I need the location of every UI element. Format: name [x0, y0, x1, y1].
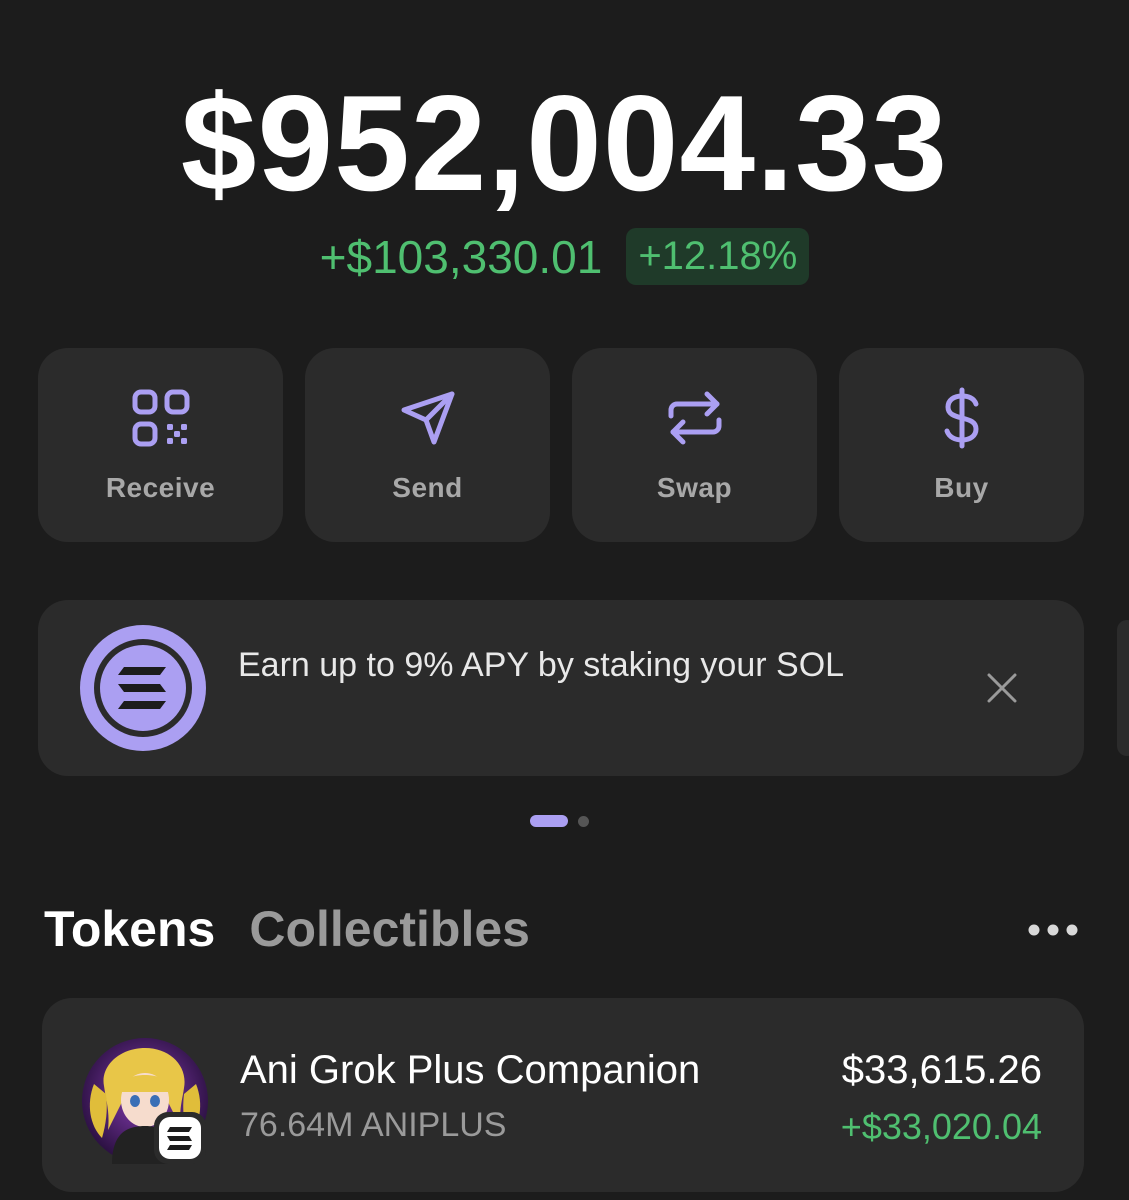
tab-tokens[interactable]: Tokens [44, 900, 215, 958]
token-change: +$33,020.04 [840, 1106, 1042, 1147]
qr-code-icon [132, 389, 189, 447]
send-button[interactable]: Send [305, 348, 550, 542]
solana-icon [80, 625, 206, 751]
balance-change-row: +$103,330.01 +12.18% [0, 228, 1129, 285]
tab-collectibles[interactable]: Collectibles [249, 900, 530, 958]
total-balance: $952,004.33 [180, 67, 949, 219]
balance-change-percent-badge: +12.18% [626, 228, 810, 285]
buy-label: Buy [934, 472, 989, 503]
staking-promo-text: Earn up to 9% APY by staking your SOL [238, 646, 845, 684]
next-banner-peek[interactable] [1117, 620, 1129, 756]
send-label: Send [392, 472, 463, 503]
carousel-indicator [530, 815, 589, 827]
carousel-dot[interactable] [578, 815, 589, 827]
swap-label: Swap [656, 472, 733, 503]
solana-chain-badge [154, 1112, 206, 1164]
token-name: Ani Grok Plus Companion [240, 1048, 701, 1092]
carousel-dot-active [530, 815, 568, 827]
token-row[interactable]: Ani Grok Plus Companion 76.64M ANIPLUS $… [42, 998, 1084, 1192]
more-icon[interactable] [1026, 922, 1080, 938]
receive-label: Receive [105, 472, 216, 503]
token-value: $33,615.26 [841, 1048, 1042, 1092]
token-amount: 76.64M ANIPLUS [240, 1106, 507, 1144]
receive-button[interactable]: Receive [38, 348, 283, 542]
buy-button[interactable]: Buy [839, 348, 1084, 542]
quick-actions: Receive Send Swap Buy [38, 348, 1084, 542]
staking-promo-banner[interactable]: Earn up to 9% APY by staking your SOL [38, 600, 1084, 776]
balance-change-amount: +$103,330.01 [319, 230, 603, 283]
close-icon[interactable] [986, 672, 1018, 704]
swap-icon [668, 391, 721, 445]
swap-button[interactable]: Swap [572, 348, 817, 542]
dollar-icon [944, 387, 979, 449]
asset-tabs: Tokens Collectibles [44, 900, 530, 958]
send-icon [401, 391, 454, 445]
